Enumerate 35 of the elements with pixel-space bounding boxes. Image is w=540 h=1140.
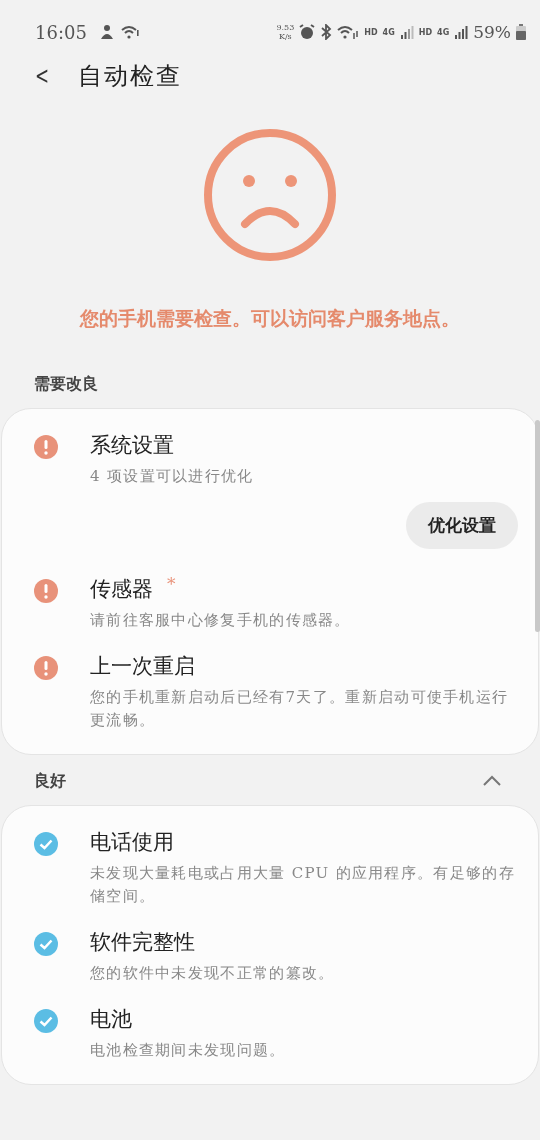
section-title: 良好 <box>34 770 66 792</box>
battery-icon <box>516 24 526 40</box>
section-title: 需要改良 <box>34 373 98 395</box>
network-type: 4G <box>437 27 450 37</box>
network-speed: 9.53 K/s <box>276 23 295 41</box>
sad-face-icon <box>203 128 337 262</box>
battery-percent: 59% <box>473 22 511 42</box>
item-title: 软件完整性 <box>90 929 195 956</box>
signal-icon <box>399 25 414 39</box>
bluetooth-icon <box>320 24 333 40</box>
wifi-icon <box>120 24 139 40</box>
item-description: 未发现大量耗电或占用大量 CPU 的应用程序。有足够的存储空间。 <box>90 863 516 907</box>
item-description: 您的软件中未发现不正常的篡改。 <box>90 963 336 984</box>
asterisk-mark: * <box>167 573 176 596</box>
back-button[interactable]: < <box>32 62 52 90</box>
page-title: 自动检查 <box>78 61 183 92</box>
item-description: 电池检查期间未发现问题。 <box>90 1040 287 1061</box>
alarm-icon <box>299 24 316 40</box>
chevron-up-icon[interactable] <box>482 775 502 787</box>
wifi-icon <box>337 24 360 40</box>
item-description: 4 项设置可以进行优化 <box>90 466 255 487</box>
item-title: 电池 <box>90 1006 132 1033</box>
item-title: 系统设置 <box>90 432 174 459</box>
item-title: 电话使用 <box>90 829 174 856</box>
signal-icon <box>454 25 469 39</box>
result-message: 您的手机需要检查。可以访问客户服务地点。 <box>80 306 460 331</box>
hd-indicator: HD <box>364 27 378 37</box>
network-type: 4G <box>382 27 395 37</box>
item-description: 请前往客服中心修复手机的传感器。 <box>90 610 352 631</box>
item-description: 您的手机重新启动后已经有7天了。重新启动可使手机运行更流畅。 <box>90 687 510 731</box>
item-title: 上一次重启 <box>90 653 195 680</box>
status-time: 16:05 <box>35 21 87 43</box>
optimize-button[interactable]: 优化设置 <box>406 502 518 549</box>
item-title: 传感器 <box>90 576 153 603</box>
hd-indicator: HD <box>418 27 433 37</box>
